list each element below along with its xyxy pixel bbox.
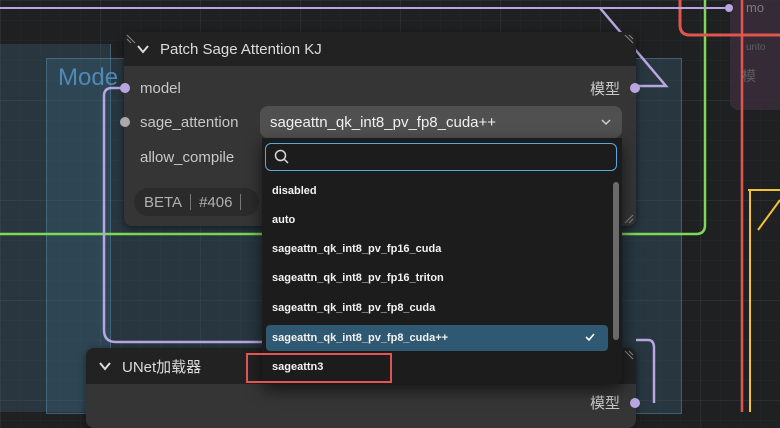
search-icon [274, 149, 289, 164]
resize-handle-icon[interactable] [624, 214, 634, 224]
output-slot-dot[interactable] [630, 83, 640, 93]
dropdown-scrollbar[interactable] [613, 182, 619, 340]
input-label-model: model [140, 79, 181, 97]
badge-divider [190, 194, 192, 210]
group-title: Mode [58, 64, 119, 91]
badge-divider [240, 194, 242, 210]
option-fp16-cuda[interactable]: sageattn_qk_int8_pv_fp16_cuda [266, 236, 608, 262]
input-slot-model[interactable]: model 模型 [120, 75, 640, 101]
partial-node-right[interactable]: mo unto 模 [730, 0, 780, 110]
input-label-allow-compile: allow_compile [140, 148, 235, 166]
combo-value: sageattn_qk_int8_pv_fp8_cuda++ [270, 113, 497, 131]
chevron-down-icon[interactable] [98, 359, 112, 373]
output-label-model: 模型 [589, 80, 620, 98]
annotation-highlight-box [246, 353, 392, 383]
badge-beta: BETA [144, 193, 183, 211]
partial-node-sublabel: unto [746, 42, 766, 53]
combo-dropdown-menu[interactable]: disabled auto sageattn_qk_int8_pv_fp16_c… [262, 138, 622, 384]
option-fp16-triton[interactable]: sageattn_qk_int8_pv_fp16_triton [266, 265, 608, 291]
search-input[interactable] [265, 143, 617, 171]
node-title: UNet加载器 [122, 358, 202, 376]
sage-attention-combo[interactable]: sageattn_qk_int8_pv_fp8_cuda++ [260, 106, 622, 138]
option-label: sageattn_qk_int8_pv_fp8_cuda++ [272, 332, 449, 344]
check-icon [585, 333, 595, 342]
option-disabled[interactable]: disabled [266, 178, 608, 204]
resize-handle-icon[interactable] [126, 34, 136, 44]
input-label-sage-attention: sage_attention [140, 113, 239, 131]
caret-down-icon[interactable] [600, 117, 612, 127]
output-label-model: 模型 [589, 395, 620, 412]
partial-node-output: 模 [742, 68, 756, 84]
output-slot-dot[interactable] [630, 398, 640, 408]
option-fp8-cuda[interactable]: sageattn_qk_int8_pv_fp8_cuda [266, 295, 608, 321]
option-auto[interactable]: auto [266, 207, 608, 233]
option-label: sageattn_qk_int8_pv_fp8_cuda [272, 302, 436, 314]
wire-yellow [748, 189, 780, 412]
option-label: auto [272, 214, 296, 226]
option-label: sageattn_qk_int8_pv_fp16_cuda [272, 243, 442, 255]
option-label: sageattn_qk_int8_pv_fp16_triton [272, 272, 444, 284]
node-title: Patch Sage Attention KJ [160, 40, 322, 58]
widget-slot-dot[interactable] [120, 117, 130, 127]
input-slot-dot[interactable] [120, 83, 130, 93]
node-header[interactable]: Patch Sage Attention KJ [124, 32, 636, 66]
chevron-down-icon[interactable] [136, 42, 150, 56]
option-fp8-cuda-plus-plus[interactable]: sageattn_qk_int8_pv_fp8_cuda++ [266, 325, 608, 351]
partial-node-label: mo [746, 0, 765, 15]
resize-handle-icon[interactable] [624, 34, 634, 44]
badge-node-id: #406 [199, 193, 233, 211]
option-label: disabled [272, 185, 317, 197]
resize-handle-icon[interactable] [624, 350, 634, 360]
node-badges: BETA #406 [134, 188, 260, 216]
